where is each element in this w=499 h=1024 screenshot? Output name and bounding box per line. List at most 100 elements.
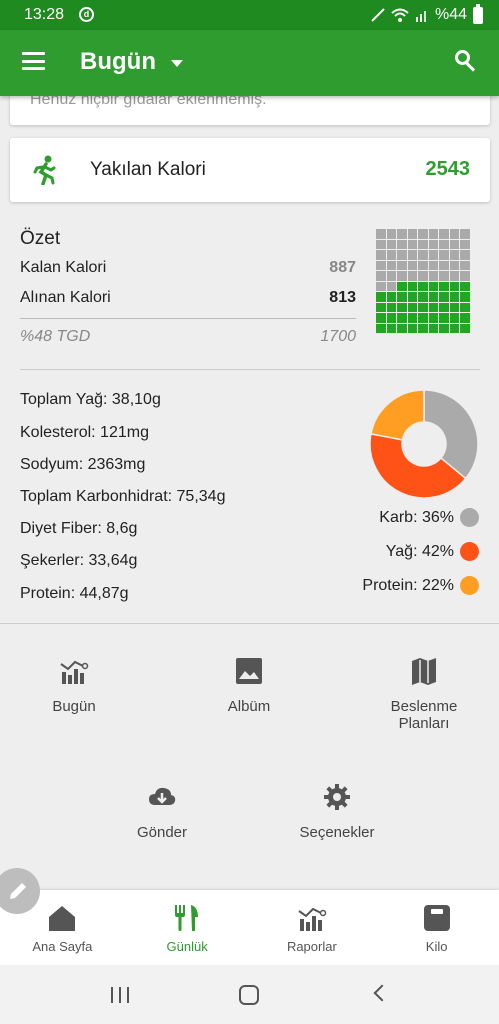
grid-cell [439,260,449,270]
grid-cell [386,229,396,239]
grid-cell [439,239,449,249]
nav-diary[interactable]: Günlük [125,890,250,965]
grid-cell [418,239,428,249]
grid-cell [386,323,396,333]
grid-cell [386,271,396,281]
burned-calories-value: 2543 [425,158,471,180]
legend-carb: Karb: 36% [379,508,479,527]
grid-cell [376,302,386,312]
shortcut-diet-plans-label-line1: Beslenme [390,698,458,715]
grid-cell [397,281,407,291]
grid-cell [418,302,428,312]
grid-cell [439,313,449,323]
shortcut-diet-plans[interactable]: Beslenme Planları [354,656,494,732]
grid-cell [449,229,459,239]
remaining-calories-value: 887 [329,259,356,276]
remaining-calories-label: Kalan Kalori [20,259,107,276]
grid-cell [460,271,470,281]
grid-cell [428,250,438,260]
grid-cell [439,292,449,302]
grid-cell [386,260,396,270]
shortcut-send[interactable]: Gönder [92,782,232,841]
grid-cell [428,323,438,333]
grid-cell [449,302,459,312]
nav-reports-label: Raporlar [286,939,337,954]
recent-apps-icon[interactable] [111,987,129,1003]
grid-cell [407,313,417,323]
nav-weight[interactable]: Kilo [374,890,499,965]
grid-cell [376,281,386,291]
burned-calories-label: Yakılan Kalori [90,159,206,180]
pencil-icon [10,883,26,899]
grid-cell [449,313,459,323]
grid-cell [386,281,396,291]
app-bar: Bugün [0,30,499,96]
grid-cell [460,281,470,291]
grid-cell [439,250,449,260]
grid-cell [376,250,386,260]
grid-cell [449,323,459,333]
status-bar: 13:28 d %44 [0,0,499,30]
shortcut-options[interactable]: Seçenekler [267,782,407,841]
running-icon [33,155,56,185]
grid-cell [407,292,417,302]
grid-cell [418,292,428,302]
grid-cell [449,260,459,270]
legend-fat-swatch [460,542,479,561]
shortcut-album[interactable]: Albüm [179,656,319,715]
grid-cell [449,292,459,302]
cutlery-icon [175,905,199,931]
grid-cell [407,229,417,239]
search-icon[interactable] [455,50,477,72]
grid-cell [418,271,428,281]
grid-cell [376,313,386,323]
grid-cell [407,323,417,333]
grid-cell [449,271,459,281]
grid-cell [428,302,438,312]
grid-cell [449,250,459,260]
home-icon [49,906,76,931]
status-icons: %44 [371,3,483,24]
grid-cell [407,281,417,291]
legend-protein-swatch [460,576,479,595]
notification-icon: d [79,7,94,22]
battery-icon [473,3,483,24]
burned-calories-card[interactable]: Yakılan Kalori 2543 [10,138,490,202]
nav-reports[interactable]: Raporlar [250,890,375,965]
grid-cell [418,229,428,239]
nutrient-fiber: Diyet Fiber: 8,6g [20,520,138,537]
image-icon [236,658,262,684]
grid-cell [397,260,407,270]
nutrient-sodium: Sodyum: 2363mg [20,456,146,473]
grid-cell [407,302,417,312]
tgd-label: %48 TGD [20,328,91,345]
home-button-icon[interactable] [239,985,259,1005]
grid-cell [397,313,407,323]
nav-diary-label: Günlük [166,939,208,954]
legend-carb-swatch [460,508,479,527]
grid-cell [439,323,449,333]
grid-cell [376,271,386,281]
grid-cell [439,281,449,291]
nutrient-total-fat: Toplam Yağ: 38,10g [20,391,161,408]
grid-cell [439,271,449,281]
summary-title: Özet [20,228,61,249]
shortcut-today[interactable]: Bugün [4,656,144,715]
grid-cell [449,281,459,291]
grid-cell [460,313,470,323]
map-icon [412,658,436,685]
reports-chart-icon [298,907,327,931]
legend-carb-label: Karb: 36% [379,508,454,526]
dropdown-caret-icon[interactable] [171,60,183,67]
legend-fat: Yağ: 42% [386,542,479,561]
grid-cell [407,239,417,249]
grid-cell [460,302,470,312]
bottom-navigation: Ana Sayfa Günlük Raporlar Kilo [0,890,499,965]
nutrient-protein: Protein: 44,87g [20,585,129,602]
gear-icon [324,784,350,810]
menu-icon[interactable] [22,52,45,70]
page-title[interactable]: Bugün [80,48,156,76]
grid-cell [376,229,386,239]
scale-icon [423,905,450,931]
back-icon[interactable] [373,984,391,1002]
